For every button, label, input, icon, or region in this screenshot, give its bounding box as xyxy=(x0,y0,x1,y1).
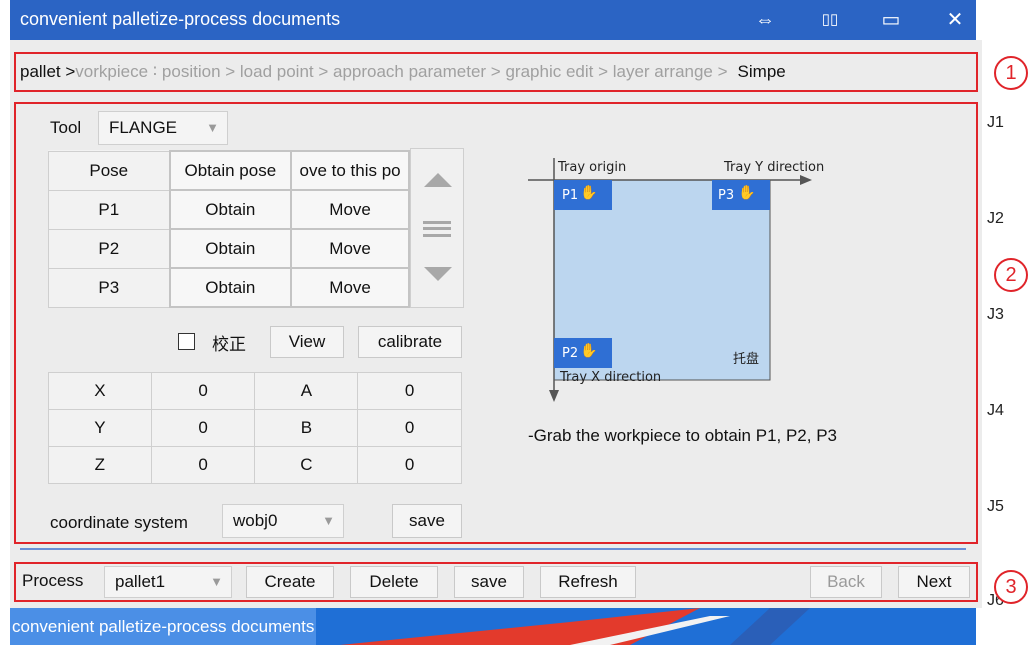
pose-cell: P3 xyxy=(47,267,171,308)
refresh-button[interactable]: Refresh xyxy=(540,566,636,598)
tray-y-arrow-icon xyxy=(800,175,812,185)
tray-diagram: Tray origin Tray Y direction Tray X dire… xyxy=(520,150,840,410)
pose-scrollbar[interactable] xyxy=(410,148,464,308)
coordinate-system-value: wobj0 xyxy=(233,511,278,530)
p2-label: P2 xyxy=(562,346,579,361)
obtain-p3-button[interactable]: Obtain xyxy=(168,267,293,308)
delete-button[interactable]: Delete xyxy=(350,566,438,598)
tray-origin-label: Tray origin xyxy=(558,160,627,175)
p3-label: P3 xyxy=(718,188,735,203)
tray-y-label: Tray Y direction xyxy=(724,160,825,175)
move-header: ove to this po xyxy=(290,150,410,191)
resize-icon[interactable]: ⇔ xyxy=(750,6,780,34)
scroll-handle-icon[interactable] xyxy=(423,221,451,237)
p1-label: P1 xyxy=(562,188,579,203)
process-value: pallet1 xyxy=(115,572,166,591)
split-view-icon[interactable]: ▯▯ xyxy=(815,6,845,34)
breadcrumb: pallet > vorkpiece ∶ position > load poi… xyxy=(14,52,978,92)
taskbar: convenient palletize-process documents xyxy=(10,608,976,645)
coord-value: 0 xyxy=(357,372,462,410)
coord-value: 0 xyxy=(150,446,256,484)
coord-name: X xyxy=(48,372,152,410)
scroll-up-icon[interactable] xyxy=(424,173,452,187)
process-select[interactable]: pallet1 ▼ xyxy=(104,566,232,598)
coord-name: Z xyxy=(48,446,152,484)
checkbox-label: 校正 xyxy=(212,335,246,354)
move-p3-button[interactable]: Move xyxy=(290,267,410,308)
window-title: convenient palletize-process documents xyxy=(20,9,341,29)
calibrate-button[interactable]: calibrate xyxy=(358,326,462,358)
move-p2-button[interactable]: Move xyxy=(290,228,410,269)
pose-cell: P1 xyxy=(47,189,171,230)
coord-name: B xyxy=(254,409,359,447)
back-button[interactable]: Back xyxy=(810,566,882,598)
hand-icon: ✋ xyxy=(580,343,598,359)
coord-name: A xyxy=(254,372,359,410)
taskbar-item[interactable]: convenient palletize-process documents xyxy=(10,608,317,645)
breadcrumb-pallet[interactable]: pallet > xyxy=(14,62,75,82)
joint-label: J5 xyxy=(987,498,1004,515)
coord-value: 0 xyxy=(150,409,256,447)
maximize-icon[interactable]: ▭ xyxy=(876,6,906,34)
next-button[interactable]: Next xyxy=(898,566,970,598)
joint-label: J4 xyxy=(987,402,1004,419)
chevron-down-icon: ▼ xyxy=(206,120,219,135)
obtain-p2-button[interactable]: Obtain xyxy=(168,228,293,269)
tray-label: 托盘 xyxy=(733,352,760,367)
coord-name: C xyxy=(254,446,359,484)
tray-x-label: Tray X direction xyxy=(560,370,662,385)
scroll-down-icon[interactable] xyxy=(424,267,452,281)
hand-icon: ✋ xyxy=(738,185,756,201)
annotation-marker: 2 xyxy=(994,258,1028,292)
obtain-pose-header: Obtain pose xyxy=(168,150,293,191)
create-button[interactable]: Create xyxy=(246,566,334,598)
save-coordinate-button[interactable]: save xyxy=(392,504,462,538)
tool-select[interactable]: FLANGE ▼ xyxy=(98,111,228,145)
coord-value: 0 xyxy=(357,409,462,447)
close-icon[interactable]: ✕ xyxy=(940,6,970,34)
hint-text: -Grab the workpiece to obtain P1, P2, P3 xyxy=(528,426,838,445)
save-process-button[interactable]: save xyxy=(454,566,524,598)
joint-label: J1 xyxy=(987,114,1004,131)
tool-value: FLANGE xyxy=(109,118,178,137)
title-bar: convenient palletize-process documents ⇔… xyxy=(10,0,976,40)
annotation-marker: 1 xyxy=(994,56,1028,90)
joint-label: J3 xyxy=(987,306,1004,323)
pose-table: Pose Obtain pose ove to this po P1 Obtai… xyxy=(47,150,410,308)
chevron-down-icon: ▼ xyxy=(210,574,223,589)
tool-label: Tool xyxy=(50,118,82,137)
breadcrumb-tail[interactable]: Simpe xyxy=(738,62,786,82)
pose-header: Pose xyxy=(47,150,171,191)
coordinate-system-label: coordinate system xyxy=(50,513,188,532)
view-button[interactable]: View xyxy=(270,326,344,358)
tray-x-arrow-icon xyxy=(549,390,559,402)
obtain-p1-button[interactable]: Obtain xyxy=(168,189,293,230)
chevron-down-icon: ▼ xyxy=(322,513,335,528)
move-p1-button[interactable]: Move xyxy=(290,189,410,230)
hand-icon: ✋ xyxy=(580,185,598,201)
divider xyxy=(20,548,966,550)
joint-label: J2 xyxy=(987,210,1004,227)
breadcrumb-steps[interactable]: vorkpiece ∶ position > load point > appr… xyxy=(75,62,727,82)
annotation-marker: 3 xyxy=(994,570,1028,604)
coord-value: 0 xyxy=(357,446,462,484)
process-label: Process xyxy=(22,571,84,590)
coord-name: Y xyxy=(48,409,152,447)
coordinate-table: X 0 A 0 Y 0 B 0 Z 0 C 0 xyxy=(48,372,462,484)
calibrate-checkbox[interactable] xyxy=(178,333,195,350)
coord-value: 0 xyxy=(150,372,256,410)
coordinate-system-select[interactable]: wobj0 ▼ xyxy=(222,504,344,538)
pose-cell: P2 xyxy=(47,228,171,269)
